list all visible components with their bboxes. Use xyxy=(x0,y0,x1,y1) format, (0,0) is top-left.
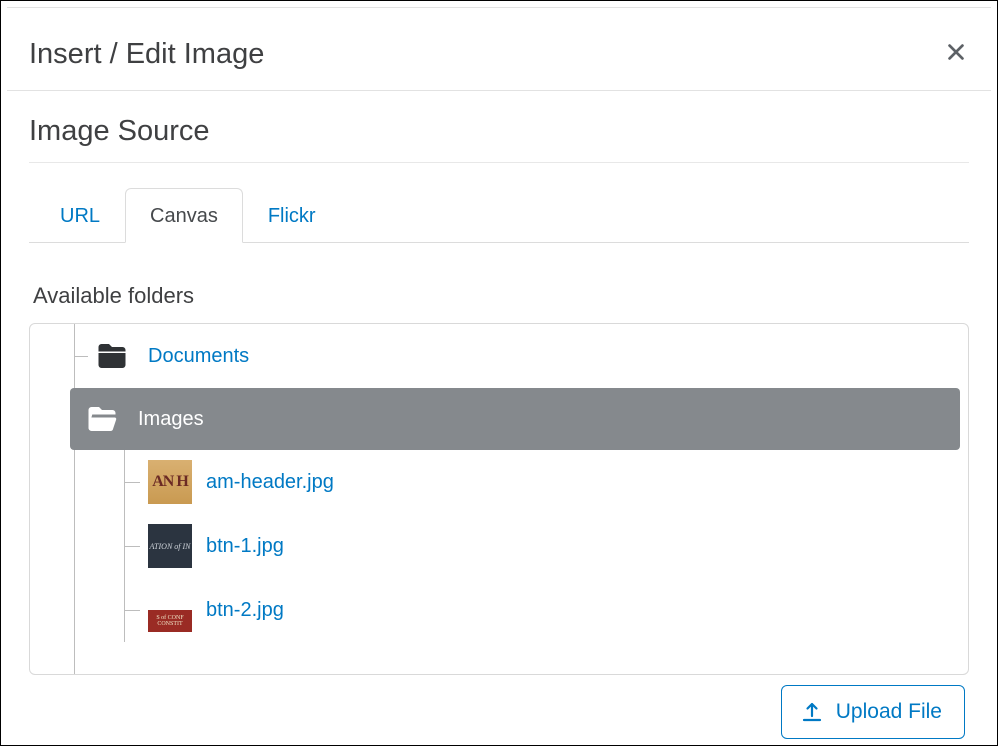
upload-icon xyxy=(800,700,824,724)
divider xyxy=(7,7,991,8)
footer: Upload File xyxy=(29,675,969,739)
folder-open-icon xyxy=(84,401,120,437)
tabs: URL Canvas Flickr xyxy=(29,187,969,243)
file-thumbnail: AN H xyxy=(148,460,192,504)
tab-url[interactable]: URL xyxy=(35,188,125,243)
file-btn-1[interactable]: ATION of IN btn-1.jpg xyxy=(124,514,968,578)
folder-label: Images xyxy=(138,408,204,431)
section-title: Image Source xyxy=(29,115,969,163)
modal-title: Insert / Edit Image xyxy=(29,38,264,71)
file-label: btn-1.jpg xyxy=(206,535,284,558)
file-thumbnail: S of CONFCONSTIT xyxy=(148,610,192,632)
tab-flickr[interactable]: Flickr xyxy=(243,188,341,243)
folders-heading: Available folders xyxy=(29,283,969,309)
folder-label: Documents xyxy=(148,345,249,368)
file-label: btn-2.jpg xyxy=(206,599,284,622)
file-am-header[interactable]: AN H am-header.jpg xyxy=(124,450,968,514)
close-icon xyxy=(945,41,967,63)
upload-label: Upload File xyxy=(836,700,942,724)
modal-window: Insert / Edit Image Image Source URL Can… xyxy=(0,0,998,746)
tab-canvas[interactable]: Canvas xyxy=(125,188,243,243)
upload-file-button[interactable]: Upload File xyxy=(781,685,965,739)
file-btn-2[interactable]: S of CONFCONSTIT btn-2.jpg xyxy=(124,578,968,642)
close-button[interactable] xyxy=(941,37,971,72)
folder-icon xyxy=(94,338,130,374)
file-thumbnail: ATION of IN xyxy=(148,524,192,568)
folder-tree: Documents Images AN H am-header xyxy=(29,323,969,675)
folder-documents[interactable]: Documents xyxy=(74,324,968,388)
file-label: am-header.jpg xyxy=(206,471,334,494)
modal-header: Insert / Edit Image xyxy=(7,19,991,91)
folder-images[interactable]: Images xyxy=(70,388,960,450)
